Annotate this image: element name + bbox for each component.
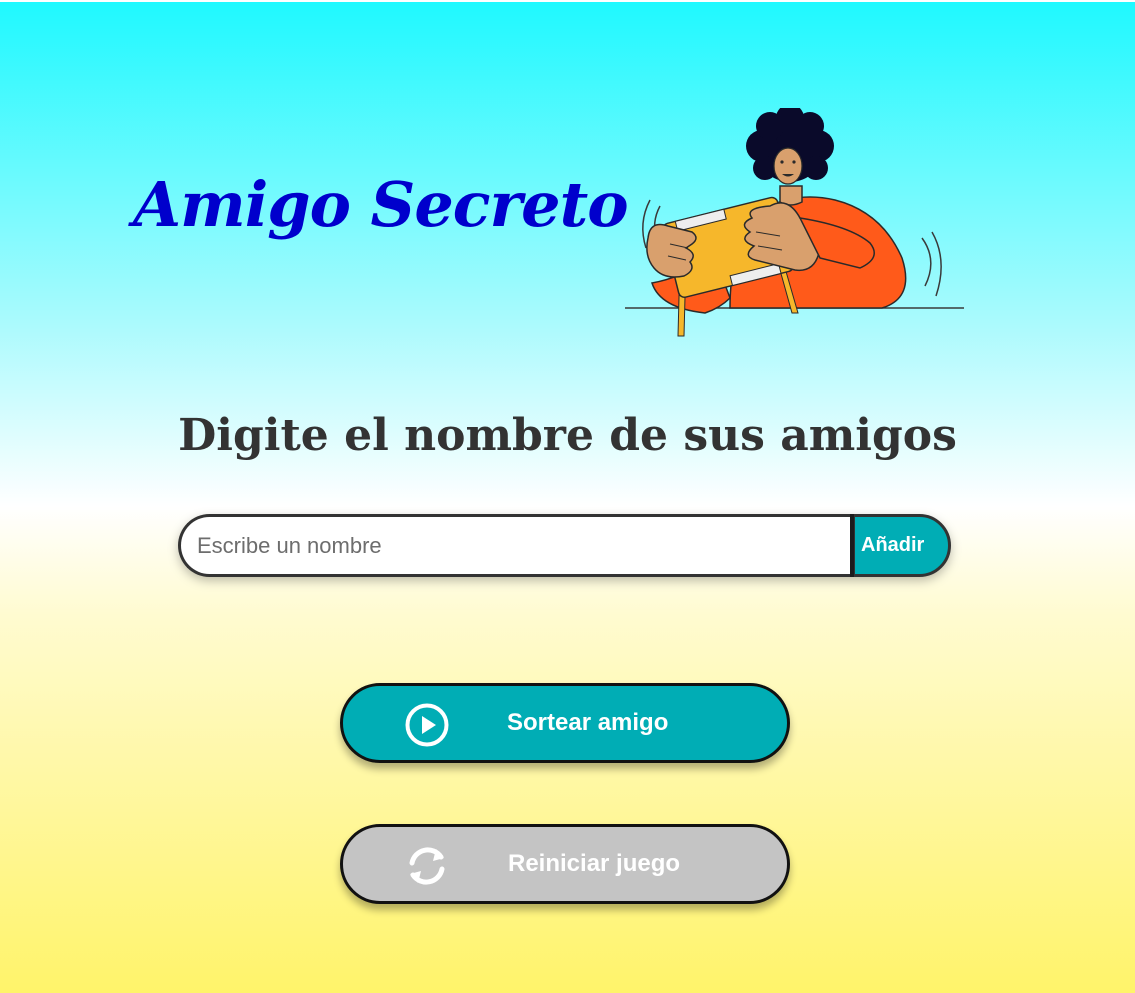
draw-friend-label: Sortear amigo — [507, 709, 669, 736]
add-friend-form: Añadir — [178, 514, 951, 577]
reset-game-button[interactable]: Reiniciar juego — [340, 824, 790, 904]
input-button-divider — [850, 514, 854, 577]
person-with-game-console-icon — [625, 108, 964, 337]
page-title: Amigo Secreto — [133, 168, 629, 241]
reset-game-label: Reiniciar juego — [508, 850, 681, 877]
add-friend-button[interactable]: Añadir — [852, 514, 951, 577]
friend-name-input[interactable] — [178, 514, 854, 577]
section-heading: Digite el nombre de sus amigos — [178, 410, 957, 461]
draw-friend-button[interactable]: Sortear amigo — [340, 683, 790, 763]
play-circle-icon — [405, 703, 449, 747]
refresh-icon — [409, 847, 445, 885]
page-top-edge — [0, 0, 1135, 2]
